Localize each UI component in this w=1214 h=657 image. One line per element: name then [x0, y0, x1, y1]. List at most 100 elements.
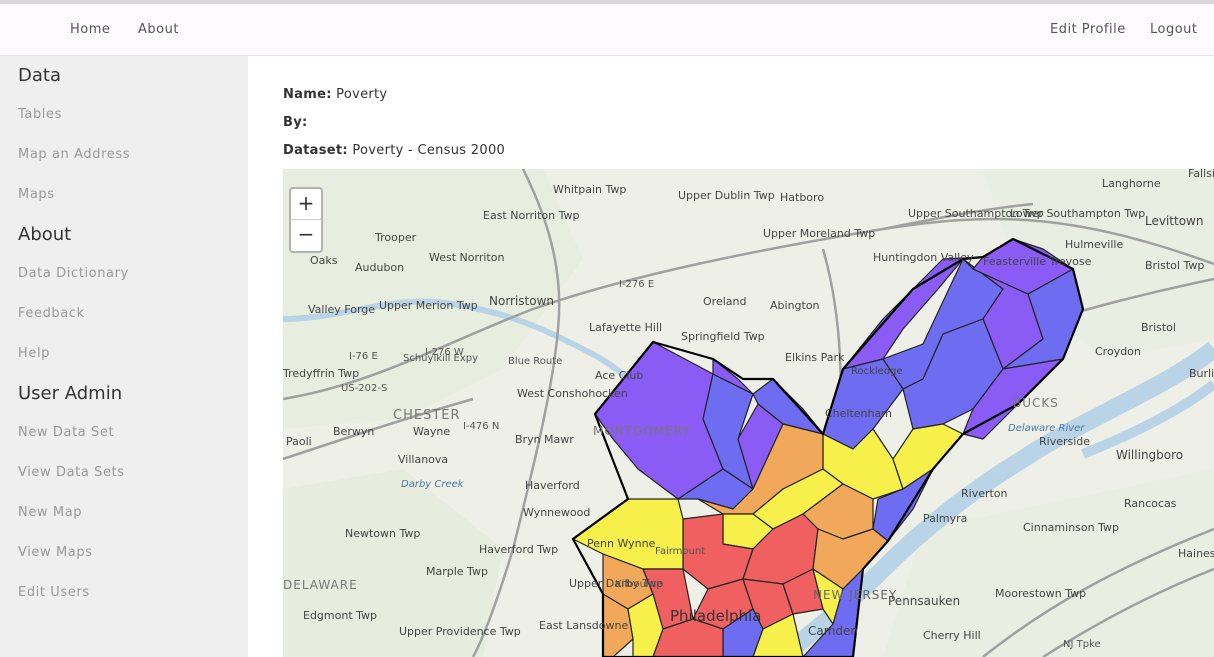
label-blue-route: Blue Route	[508, 356, 562, 367]
label-moorestown: Moorestown Twp	[995, 587, 1086, 600]
sidebar-item-maps[interactable]: Maps	[18, 187, 55, 202]
sidebar-heading-data: Data	[18, 65, 61, 86]
sidebar-item-data-dictionary[interactable]: Data Dictionary	[18, 266, 129, 281]
label-bucks: BUCKS	[1013, 396, 1059, 410]
label-burlington: Burli	[1189, 367, 1214, 380]
sidebar-item-feedback[interactable]: Feedback	[18, 306, 85, 321]
label-oaks: Oaks	[310, 254, 338, 267]
label-west-conshohocken: West Conshohocken	[517, 387, 628, 400]
label-riverside: Riverside	[1039, 435, 1090, 448]
label-springfield: Springfield Twp	[681, 330, 765, 343]
label-berwyn: Berwyn	[333, 425, 374, 438]
name-label: Name:	[283, 87, 332, 102]
label-fairmount: Fairmount	[655, 546, 705, 557]
label-lafayette-hill: Lafayette Hill	[589, 321, 662, 334]
sidebar-item-view-data-sets[interactable]: View Data Sets	[18, 465, 125, 480]
map-canvas[interactable]: Whitpain Twp Upper Dublin Twp Hatboro Up…	[283, 169, 1214, 657]
label-hatboro: Hatboro	[780, 191, 824, 204]
map-author-row: By:	[283, 115, 307, 130]
label-delaware: DELAWARE	[283, 578, 358, 592]
label-haines: Haines	[1178, 547, 1214, 560]
label-nj-tpke: NJ Tpke	[1063, 639, 1101, 650]
label-huntingdon-valley: Huntingdon Valley	[873, 251, 974, 264]
label-oreland: Oreland	[703, 295, 746, 308]
label-trooper: Trooper	[374, 231, 417, 244]
label-montgomery: MONTGOMERY	[593, 424, 691, 438]
map-view[interactable]: Whitpain Twp Upper Dublin Twp Hatboro Up…	[283, 169, 1214, 657]
main-content: Name: Poverty By: Dataset: Poverty - Cen…	[248, 56, 1214, 657]
label-villanova: Villanova	[398, 453, 448, 466]
label-i276w: I-276 W	[425, 347, 464, 358]
label-i476n: I-476 N	[463, 421, 499, 432]
nav-edit-profile-link[interactable]: Edit Profile	[1050, 22, 1126, 37]
sidebar-item-map-an-address[interactable]: Map an Address	[18, 147, 130, 162]
label-valley-forge: Valley Forge	[308, 303, 375, 316]
label-haverford: Haverford	[525, 479, 580, 492]
label-edgmont: Edgmont Twp	[303, 609, 377, 622]
label-norristown: Norristown	[489, 294, 554, 308]
label-levittown: Levittown	[1145, 214, 1203, 228]
zoom-in-button[interactable]: +	[291, 189, 321, 219]
label-new-jersey: NEW JERSEY	[813, 588, 897, 602]
label-upper-dublin: Upper Dublin Twp	[678, 189, 775, 202]
label-east-lansdowne: East Lansdowne	[539, 619, 628, 632]
label-newtown: Newtown Twp	[345, 527, 420, 540]
label-hulmeville: Hulmeville	[1065, 238, 1123, 251]
label-east-norriton: East Norriton Twp	[483, 209, 580, 222]
label-west-norriton: West Norriton	[429, 251, 504, 264]
zoom-control: + −	[289, 187, 323, 253]
label-upper-merion: Upper Merion Twp	[379, 299, 478, 312]
sidebar-item-tables[interactable]: Tables	[18, 107, 62, 122]
label-i76e: I-76 E	[349, 351, 378, 362]
sidebar-item-view-maps[interactable]: View Maps	[18, 545, 93, 560]
label-abington: Abington	[770, 299, 820, 312]
sidebar-item-new-data-set[interactable]: New Data Set	[18, 425, 114, 440]
label-pennsauken: Pennsauken	[888, 594, 960, 608]
label-cherry-hill: Cherry Hill	[923, 629, 981, 642]
label-paoli: Paoli	[286, 435, 312, 448]
sidebar-heading-user-admin: User Admin	[18, 383, 123, 404]
label-philadelphia: Philadelphia	[670, 607, 761, 625]
label-bryn-mawr: Bryn Mawr	[515, 433, 574, 446]
label-croydon: Croydon	[1095, 345, 1141, 358]
zoom-out-button[interactable]: −	[291, 220, 321, 250]
label-haverford-twp: Haverford Twp	[479, 543, 558, 556]
label-bristol: Bristol	[1141, 321, 1176, 334]
label-tredyffrin: Tredyffrin Twp	[283, 367, 359, 380]
map-dataset-row: Dataset: Poverty - Census 2000	[283, 143, 505, 158]
label-wynnewood: Wynnewood	[523, 506, 590, 519]
label-whitpain: Whitpain Twp	[553, 183, 626, 196]
label-i276e: I-276 E	[619, 279, 654, 290]
label-camden: Camden	[808, 624, 858, 638]
dataset-label: Dataset:	[283, 143, 348, 158]
dataset-value: Poverty - Census 2000	[352, 143, 506, 158]
label-fallsington: Fallsi	[1188, 169, 1214, 180]
label-cinnaminson: Cinnaminson Twp	[1023, 521, 1119, 534]
sidebar-item-edit-users[interactable]: Edit Users	[18, 585, 90, 600]
sidebar-heading-about: About	[18, 224, 72, 245]
map-name-row: Name: Poverty	[283, 87, 387, 102]
label-upper-providence: Upper Providence Twp	[399, 625, 521, 638]
label-willingboro: Willingboro	[1116, 448, 1183, 462]
label-us202: US-202-S	[341, 383, 387, 394]
label-palmyra: Palmyra	[923, 512, 967, 525]
label-kilbourne: Kilbourne	[615, 579, 662, 590]
label-ace-club: Ace Club	[595, 369, 643, 382]
nav-home-link[interactable]: Home	[70, 22, 110, 37]
label-rancocas: Rancocas	[1124, 497, 1177, 510]
sidebar-item-new-map[interactable]: New Map	[18, 505, 82, 520]
label-cheltenham: Cheltenham	[825, 407, 892, 420]
label-feasterville: Feasterville Trevose	[983, 255, 1092, 268]
nav-about-link[interactable]: About	[138, 22, 179, 37]
nav-logout-link[interactable]: Logout	[1150, 22, 1198, 37]
label-chester: CHESTER	[393, 408, 461, 423]
label-penn-wynne: Penn Wynne	[587, 537, 656, 550]
label-darby-creek: Darby Creek	[401, 479, 465, 490]
sidebar-item-help[interactable]: Help	[18, 346, 50, 361]
label-wayne: Wayne	[413, 425, 450, 438]
top-navbar: Home About Edit Profile Logout	[0, 4, 1214, 56]
label-lower-southampton: Lower Southampton Twp	[1010, 207, 1145, 220]
label-audubon: Audubon	[355, 261, 404, 274]
label-delaware-river: Delaware River	[1008, 423, 1085, 434]
label-elkins-park: Elkins Park	[785, 351, 845, 364]
